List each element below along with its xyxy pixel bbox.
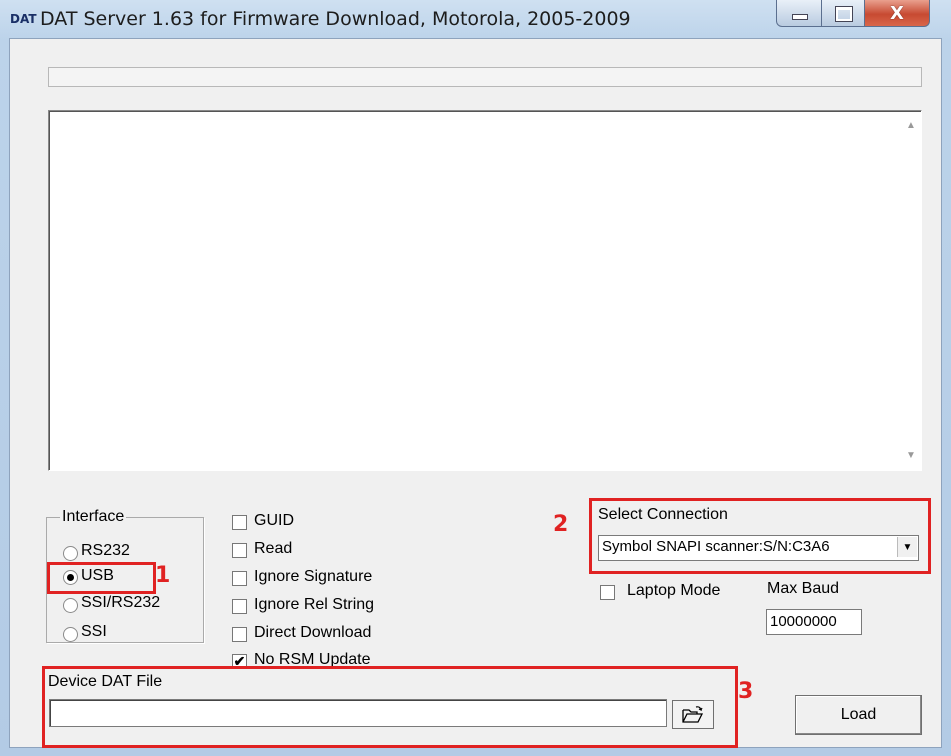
maximize-button[interactable]	[821, 0, 865, 27]
scroll-up-icon[interactable]: ▲	[906, 120, 916, 131]
radio-ssi-rs232[interactable]	[63, 598, 78, 613]
radio-ssi-rs232-label[interactable]: SSI/RS232	[81, 594, 160, 612]
log-textarea[interactable]: ▲ ▼	[48, 110, 922, 471]
max-baud-label: Max Baud	[767, 580, 840, 597]
max-baud-input[interactable]: 10000000	[766, 609, 862, 635]
direct-download-checkbox[interactable]	[232, 627, 247, 642]
connection-select[interactable]: Symbol SNAPI scanner:S/N:C3A6 ▼	[598, 535, 919, 561]
maximize-icon	[835, 6, 853, 22]
app-icon: DAT	[10, 12, 37, 26]
ignore-signature-label[interactable]: Ignore Signature	[254, 568, 372, 586]
read-checkbox[interactable]	[232, 543, 247, 558]
window-frame: DAT DAT Server 1.63 for Firmware Downloa…	[0, 0, 951, 756]
radio-usb-label[interactable]: USB	[81, 567, 114, 585]
laptop-mode-label[interactable]: Laptop Mode	[627, 582, 720, 600]
annotation-3: 3	[738, 679, 754, 704]
guid-label[interactable]: GUID	[254, 512, 294, 530]
radio-ssi-label[interactable]: SSI	[81, 623, 107, 641]
load-button[interactable]: Load	[795, 695, 922, 735]
device-dat-file-label: Device DAT File	[48, 673, 163, 690]
radio-selected-dot	[67, 574, 74, 581]
close-icon: X	[890, 2, 904, 24]
select-connection-label: Select Connection	[598, 506, 728, 523]
scroll-down-icon[interactable]: ▼	[906, 450, 916, 461]
ignore-rel-string-checkbox[interactable]	[232, 599, 247, 614]
ignore-rel-string-label[interactable]: Ignore Rel String	[254, 596, 374, 614]
laptop-mode-checkbox[interactable]	[600, 585, 615, 600]
browse-button[interactable]	[672, 700, 714, 729]
close-button[interactable]: X	[864, 0, 930, 27]
direct-download-label[interactable]: Direct Download	[254, 624, 371, 642]
connection-select-value: Symbol SNAPI scanner:S/N:C3A6	[602, 538, 830, 555]
guid-checkbox[interactable]	[232, 515, 247, 530]
radio-rs232[interactable]	[63, 546, 78, 561]
radio-ssi[interactable]	[63, 627, 78, 642]
minimize-icon	[792, 14, 808, 20]
annotation-1: 1	[155, 563, 171, 588]
open-folder-icon	[682, 705, 704, 723]
window-title: DAT Server 1.63 for Firmware Download, M…	[40, 8, 631, 30]
interface-label: Interface	[60, 508, 127, 526]
progress-bar	[48, 67, 922, 87]
minimize-button[interactable]	[776, 0, 822, 27]
radio-usb[interactable]	[63, 570, 78, 585]
device-dat-file-input[interactable]	[49, 699, 667, 727]
annotation-2: 2	[553, 512, 569, 537]
client-area: ▲ ▼ Interface RS232 USB 1 SSI/RS232 SSI …	[9, 38, 942, 748]
chevron-down-icon[interactable]: ▼	[897, 537, 917, 557]
read-label[interactable]: Read	[254, 540, 292, 558]
radio-rs232-label[interactable]: RS232	[81, 542, 130, 560]
log-scrollbar[interactable]: ▲ ▼	[902, 112, 921, 469]
ignore-signature-checkbox[interactable]	[232, 571, 247, 586]
max-baud-value: 10000000	[770, 613, 837, 630]
title-bar[interactable]: DAT DAT Server 1.63 for Firmware Downloa…	[0, 0, 951, 38]
